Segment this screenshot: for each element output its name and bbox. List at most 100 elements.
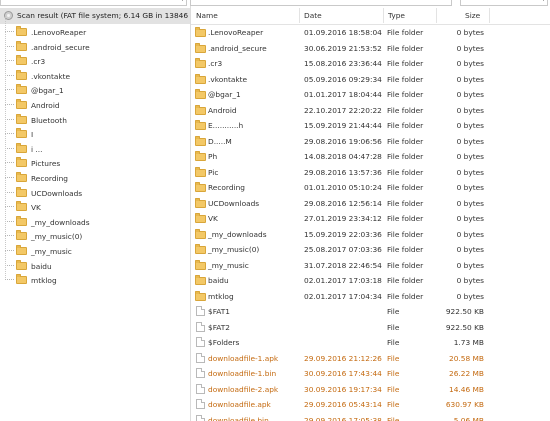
file-row[interactable]: downloadfile-1.bin 30.09.2016 17:43:44 Fil… [191, 366, 550, 381]
tree-item-label: _my_downloads [31, 217, 90, 227]
column-header-size[interactable]: Size [465, 11, 480, 20]
folder-row[interactable]: baidu 02.01.2017 17:03:18 File folder 0 byt… [191, 273, 550, 288]
folder-icon [16, 128, 27, 139]
tree-item[interactable]: I [0, 119, 190, 141]
folder-row[interactable]: @bgar_1 01.01.2017 18:04:44 File folder 0 b… [191, 87, 550, 102]
cell-date: 25.08.2017 07:03:36 [304, 245, 382, 254]
file-row[interactable]: downloadfile-2.apk 30.09.2016 19:17:34 Fil… [191, 382, 550, 397]
file-row[interactable]: $Folders File 1.73 MB [191, 335, 550, 350]
folder-row[interactable]: Ph 14.08.2018 04:47:28 File folder 0 bytes [191, 149, 550, 164]
cell-size: 14.46 MB [449, 384, 484, 394]
cell-type: File [387, 353, 400, 363]
tree-item-label: .vkontakte [31, 71, 71, 81]
folder-row[interactable]: .cr3 15.08.2016 23:36:44 File folder 0 byte… [191, 56, 550, 71]
folder-icon [16, 245, 27, 255]
tree-item[interactable]: baidu [0, 250, 190, 273]
folder-row[interactable]: D.....M 29.08.2016 19:06:56 File folder 0 b… [191, 134, 550, 149]
tree-item[interactable]: Bluetooth [0, 104, 190, 127]
folder-icon [195, 89, 206, 99]
cell-name: E...........h [208, 121, 244, 130]
cell-size: 0 bytes [456, 136, 484, 146]
cell-type: File [387, 322, 400, 332]
column-divider[interactable] [383, 8, 384, 23]
folder-row[interactable]: .android_secure 30.06.2019 21:53:52 File f… [191, 41, 550, 56]
chevron-down-icon[interactable]: ▾ [181, 0, 184, 3]
folder-row[interactable]: mtklog 02.01.2017 17:04:34 File folder 0 by… [191, 289, 550, 304]
path-dropdown[interactable]: ▾ [0, 0, 187, 6]
tree-connector [5, 265, 6, 281]
folder-row[interactable]: .LenovoReaper 01.09.2016 18:58:04 File fol… [191, 25, 550, 40]
cell-name: Android [208, 105, 237, 115]
tree-item-label: _my_music(0) [31, 232, 83, 242]
tree-item[interactable]: _my_downloads [0, 206, 190, 229]
tree-item[interactable]: _my_music [0, 236, 190, 258]
tree-item[interactable]: .LenovoReaper [0, 17, 190, 39]
file-icon [196, 337, 205, 347]
tree-item[interactable]: .android_secure [0, 31, 190, 54]
cell-date: 30.06.2019 21:53:52 [304, 43, 382, 53]
folder-row[interactable]: .vkontakte 05.09.2016 09:29:34 File folder… [191, 72, 550, 87]
column-header-name[interactable]: Name [196, 11, 218, 20]
cell-date: 30.09.2016 19:17:34 [304, 384, 382, 394]
cell-size: 0 bytes [456, 291, 484, 301]
tree-connector [5, 191, 14, 193]
cell-type: File folder [387, 245, 424, 254]
file-row[interactable]: downloadfile-1.apk 29.09.2016 21:12:26 Fil… [191, 351, 550, 366]
column-divider[interactable] [436, 8, 437, 23]
folder-row[interactable]: _my_music 31.07.2018 22:46:54 File folder 0… [191, 258, 550, 273]
file-row[interactable]: $FAT2 File 922.50 KB [191, 320, 550, 335]
tree-root-scan-result[interactable]: Scan result (FAT file system; 6.14 GB in… [0, 8, 190, 24]
tree-item[interactable]: i ... [0, 133, 190, 156]
tree-connector [5, 133, 14, 135]
tree-item[interactable]: Android [0, 90, 190, 112]
tree-connector [5, 89, 14, 91]
tree-item[interactable]: VK [0, 192, 190, 214]
folder-icon [16, 40, 27, 51]
cell-type: File folder [387, 198, 424, 208]
folder-icon [16, 26, 27, 36]
folder-icon [16, 99, 27, 109]
tree-item[interactable]: UCDownloads [0, 177, 190, 200]
folder-row[interactable]: UCDownloads 29.08.2016 12:56:14 File folde… [191, 196, 550, 211]
file-row[interactable]: downloadfile.apk 29.09.2016 05:43:14 File 6… [191, 397, 550, 412]
folder-row[interactable]: _my_music(0) 25.08.2017 07:03:36 File fold… [191, 242, 550, 257]
tree-connector [5, 90, 6, 105]
folder-row[interactable]: _my_downloads 15.09.2019 22:03:36 File fol… [191, 227, 550, 242]
tree-item[interactable]: .cr3 [0, 46, 190, 68]
tree-item[interactable]: Recording [0, 163, 190, 185]
tree-connector [5, 17, 6, 32]
tree-item[interactable]: _my_music(0) [0, 221, 190, 243]
cell-size: 0 bytes [456, 214, 484, 223]
file-row[interactable]: downloadfile.bin 29.09.2016 17:05:38 File 5… [191, 413, 550, 421]
cell-name: downloadfile-1.bin [208, 369, 277, 378]
tree-item[interactable]: mtklog [0, 265, 190, 287]
folder-icon [195, 42, 206, 53]
tree-item-label: Bluetooth [31, 115, 67, 125]
folder-row[interactable]: VK 27.01.2019 23:34:12 File folder 0 bytes [191, 211, 550, 226]
column-divider[interactable] [299, 8, 300, 23]
cell-type: File folder [387, 105, 424, 115]
file-row[interactable]: $FAT1 File 922.50 KB [191, 304, 550, 319]
tree-item-label: VK [31, 203, 41, 213]
cell-type: File folder [387, 152, 424, 161]
cell-date: 01.01.2017 18:04:44 [304, 90, 382, 99]
folder-row[interactable]: Android 22.10.2017 22:20:22 File folder 0 b… [191, 103, 550, 118]
column-divider[interactable] [489, 8, 490, 23]
file-icon [196, 414, 205, 421]
chevron-down-icon[interactable]: ▾ [542, 0, 545, 3]
cell-name: $FAT1 [208, 307, 230, 316]
tree-connector [5, 250, 14, 251]
cell-type: File folder [387, 183, 424, 192]
tree-item[interactable]: @bgar_1 [0, 75, 190, 97]
tree-connector [5, 235, 14, 237]
folder-icon [195, 73, 206, 84]
column-header-type[interactable]: Type [388, 11, 405, 20]
tree-item[interactable]: .vkontakte [0, 60, 190, 83]
column-header-date[interactable]: Date [304, 11, 322, 20]
folder-row[interactable]: Pic 29.08.2016 13:57:36 File folder 0 bytes [191, 165, 550, 180]
cell-size: 0 bytes [456, 90, 484, 99]
tree-item[interactable]: Pictures [0, 148, 190, 170]
cell-type: File folder [387, 167, 424, 177]
folder-row[interactable]: E...........h 15.09.2019 21:44:44 File fol… [191, 118, 550, 133]
folder-row[interactable]: Recording 01.01.2010 05:10:24 File folder 0… [191, 180, 550, 195]
